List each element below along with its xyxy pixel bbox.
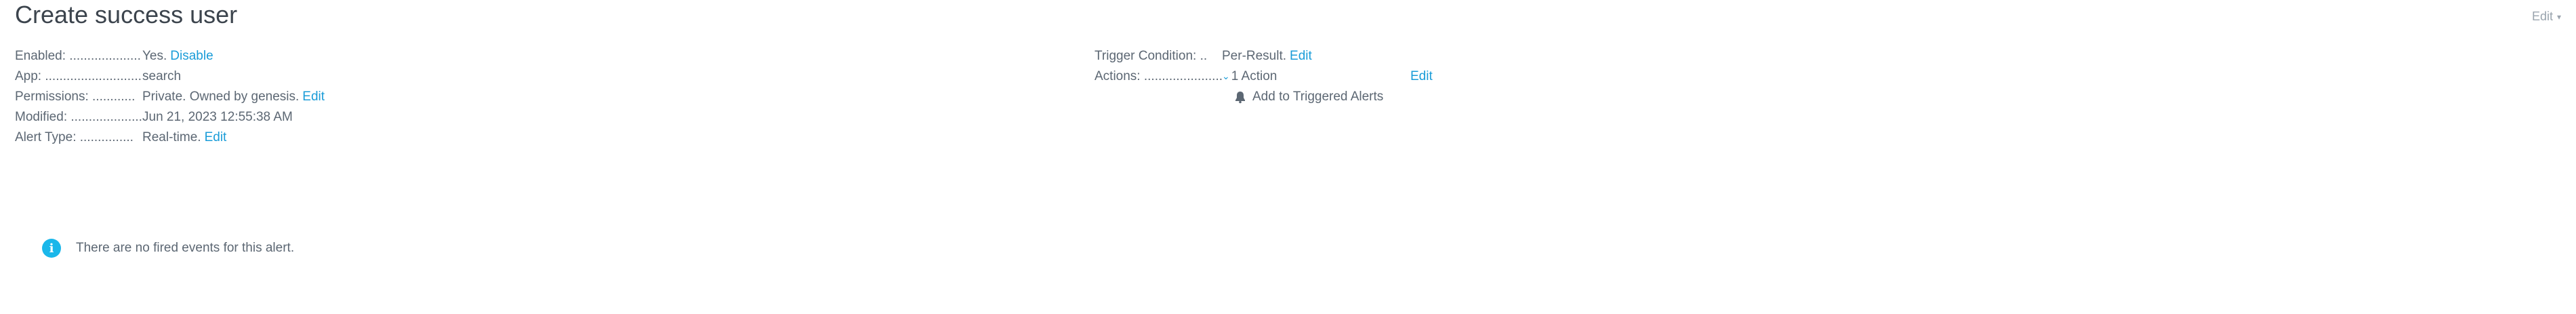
- disable-link[interactable]: Disable: [170, 46, 213, 66]
- trigger-condition-label: Trigger Condition: ..: [1095, 49, 1208, 63]
- details-left: Enabled: .................... Yes. Disab…: [15, 46, 325, 148]
- actions-label: Actions: ......................: [1095, 69, 1222, 83]
- permissions-label: Permissions: ............: [15, 90, 136, 104]
- alert-type-row: Alert Type: ............... Real-time. E…: [15, 127, 325, 148]
- app-row: App: ............................. searc…: [15, 66, 325, 87]
- actions-count[interactable]: 1 Action: [1231, 66, 1277, 87]
- edit-menu-label: Edit: [2531, 9, 2553, 23]
- bell-icon: [1235, 92, 1245, 104]
- caret-down-icon: ▾: [2556, 12, 2561, 22]
- enabled-row: Enabled: .................... Yes. Disab…: [15, 46, 325, 66]
- alert-details-page: Create success user Edit ▾ Enabled: ....…: [0, 0, 2576, 314]
- alert-type-value: Real-time.: [142, 130, 201, 144]
- modified-row: Modified: .................... Jun 21, 2…: [15, 107, 325, 127]
- notice-text: There are no fired events for this alert…: [76, 241, 295, 255]
- trigger-condition-row: Trigger Condition: .. Per-Result. Edit: [1095, 46, 1383, 66]
- actions-edit-link[interactable]: Edit: [1410, 66, 1433, 87]
- details-right: Trigger Condition: .. Per-Result. Edit A…: [1095, 46, 1433, 107]
- page-title: Create success user: [15, 1, 238, 28]
- enabled-label: Enabled: ....................: [15, 49, 141, 63]
- alert-type-edit-link[interactable]: Edit: [205, 127, 227, 148]
- info-icon: i: [42, 239, 61, 258]
- permissions-row: Permissions: ............ Private. Owned…: [15, 87, 325, 107]
- no-events-notice: i There are no fired events for this ale…: [42, 239, 294, 258]
- trigger-condition-edit-link[interactable]: Edit: [1290, 46, 1312, 66]
- action-item: Add to Triggered Alerts: [1233, 87, 1383, 107]
- modified-value: Jun 21, 2023 12:55:38 AM: [142, 110, 293, 124]
- alert-type-label: Alert Type: ...............: [15, 130, 134, 144]
- trigger-condition-value: Per-Result.: [1222, 49, 1287, 63]
- permissions-value: Private. Owned by genesis.: [142, 90, 300, 104]
- app-label: App: .............................: [15, 69, 142, 83]
- actions-row: Actions: ...................... ⌄ 1 Acti…: [1095, 66, 1433, 87]
- app-value: search: [142, 69, 182, 83]
- chevron-down-icon[interactable]: ⌄: [1222, 66, 1230, 86]
- enabled-value: Yes.: [142, 49, 167, 63]
- modified-label: Modified: ....................: [15, 110, 142, 124]
- permissions-edit-link[interactable]: Edit: [302, 87, 325, 107]
- edit-menu-button[interactable]: Edit ▾: [2532, 9, 2561, 24]
- action-item-label: Add to Triggered Alerts: [1252, 90, 1384, 104]
